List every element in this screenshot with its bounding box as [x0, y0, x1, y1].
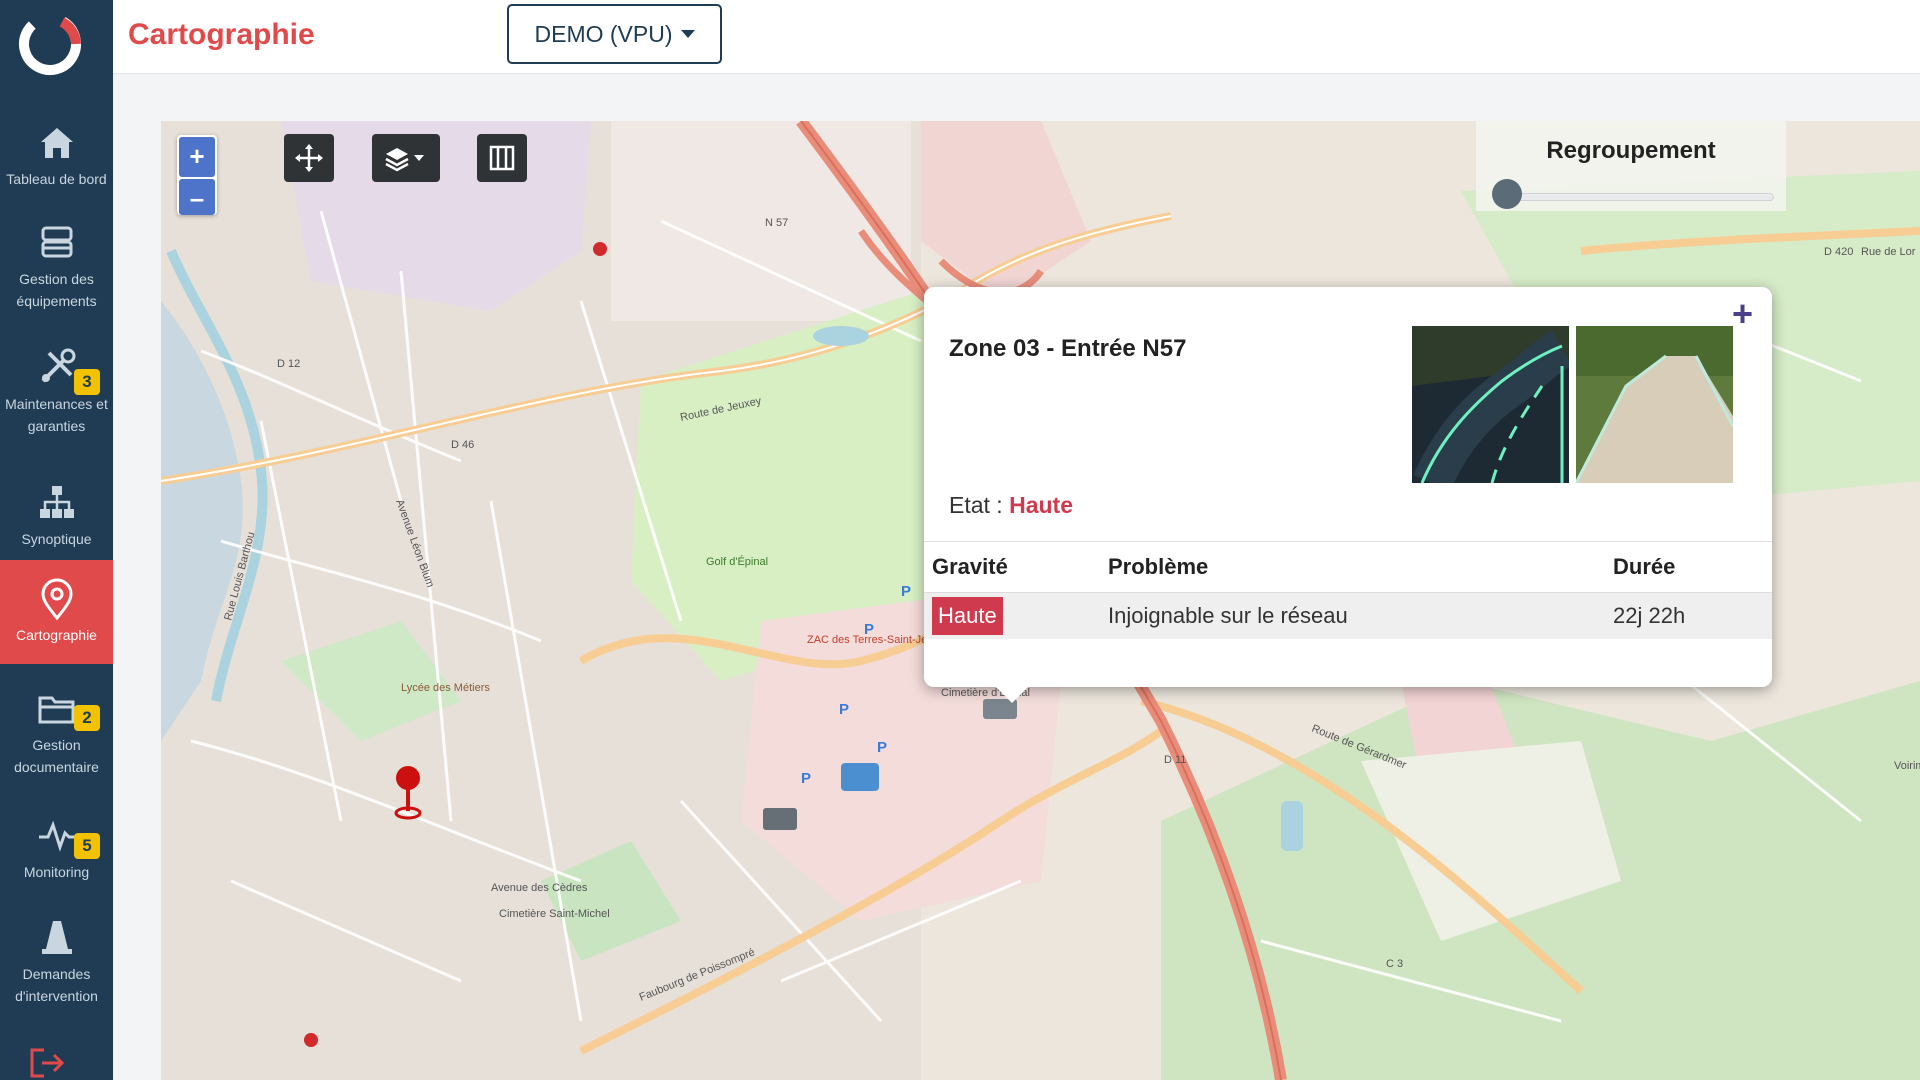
map-label-lycee: Lycée des Métiers: [401, 682, 490, 694]
move-arrows-icon: [295, 144, 323, 172]
equipment-popup: + Zone 03 - Entrée N57 Etat : Haute Grav…: [924, 287, 1772, 703]
column-header-duree[interactable]: Durée: [1605, 541, 1772, 593]
inbox-stack-icon: [41, 226, 72, 258]
nav-label: Gestion des équipements: [16, 271, 97, 309]
page-title: Cartographie: [128, 18, 315, 51]
nav-synoptique[interactable]: Synoptique: [0, 480, 113, 550]
map-label-d46: D 46: [451, 439, 474, 451]
hospital-icon: [593, 242, 607, 256]
hospital-icon: [304, 1033, 318, 1047]
nav-label: Cartographie: [16, 627, 97, 643]
sidebar: Tableau de bord Gestion des équipements …: [0, 0, 113, 1080]
popup-title: Zone 03 - Entrée N57: [949, 335, 1187, 362]
location-pin-icon[interactable]: [396, 766, 420, 790]
parking-marker: P: [839, 701, 849, 718]
columns-view-button[interactable]: [477, 134, 527, 182]
sensor-marker-icon[interactable]: [841, 763, 879, 791]
nav-label: Tableau de bord: [6, 171, 107, 187]
layers-dropdown-button[interactable]: [372, 134, 440, 182]
problem-cell: Injoignable sur le réseau: [1100, 592, 1605, 639]
expand-plus-button[interactable]: +: [1732, 293, 1753, 335]
map-pin-icon: [40, 578, 73, 621]
map-label-rue-de-lor: Rue de Lor: [1861, 246, 1916, 258]
column-header-gravite[interactable]: Gravité: [924, 541, 1100, 593]
status-label: Etat :: [949, 492, 1003, 518]
nav-interventions[interactable]: Demandes d'intervention: [0, 915, 113, 1007]
nav-cartographie[interactable]: Cartographie: [0, 560, 113, 664]
map-label-golf: Golf d'Épinal: [706, 555, 768, 568]
parking-marker: P: [864, 621, 874, 638]
zoom-control: + –: [177, 135, 217, 215]
map-label-d12: D 12: [277, 358, 300, 370]
site-selector-value: DEMO (VPU): [534, 21, 673, 47]
columns-icon: [489, 145, 515, 171]
map-label-c3: C 3: [1386, 958, 1403, 970]
pulse-icon: [38, 820, 75, 852]
nav-equipment[interactable]: Gestion des équipements: [0, 220, 113, 312]
map-label-avenue-des-cedres: Avenue des Cèdres: [491, 882, 588, 894]
popup-tip: [994, 685, 1030, 703]
status-value: Haute: [1009, 492, 1073, 518]
nav-label: Maintenances et garanties: [5, 396, 108, 434]
map-label-d420: D 420: [1824, 246, 1853, 258]
camera-marker-icon[interactable]: [763, 808, 797, 830]
map-label-voirimenil: Voirimenil: [1894, 760, 1920, 772]
duration-cell: 22j 22h: [1605, 592, 1772, 639]
map-canvas[interactable]: N 57 D 46 D 12 D 11 C 3 D 420 Rue de Lor…: [161, 121, 1920, 1080]
documents-count-badge: 2: [74, 705, 100, 731]
layers-icon: [385, 148, 424, 172]
chevron-down-icon: [680, 30, 695, 38]
night-path-photo[interactable]: [1412, 326, 1569, 483]
nav-label: Demandes d'intervention: [15, 966, 98, 1004]
nav-dashboard[interactable]: Tableau de bord: [0, 120, 113, 190]
cone-icon: [41, 921, 72, 954]
map-label-cimetiere-st-michel: Cimetière Saint-Michel: [499, 908, 610, 920]
zoom-out-button[interactable]: –: [179, 179, 215, 215]
severity-cell: Haute: [924, 592, 1100, 639]
map-label-n57: N 57: [765, 217, 788, 229]
monitoring-count-badge: 5: [74, 833, 100, 859]
tools-icon: [41, 348, 75, 383]
nav-label: Gestion documentaire: [14, 737, 99, 775]
sitemap-icon: [39, 486, 74, 518]
clustering-panel: Regroupement: [1476, 121, 1786, 211]
folder-icon: [38, 696, 74, 724]
severity-badge: Haute: [932, 596, 1003, 635]
parking-marker: P: [877, 739, 887, 756]
clustering-label: Regroupement: [1546, 137, 1716, 164]
zoom-in-button[interactable]: +: [179, 137, 215, 177]
table-row[interactable]: Haute Injoignable sur le réseau 22j 22h: [924, 592, 1772, 639]
map-label-d11: D 11: [1164, 754, 1186, 766]
parking-marker: P: [801, 770, 811, 787]
nav-label: Synoptique: [21, 531, 92, 547]
alarms-table: Gravité Problème Durée Haute Injoignable…: [924, 541, 1772, 639]
site-selector-dropdown[interactable]: DEMO (VPU): [507, 4, 722, 64]
pan-button[interactable]: [284, 134, 334, 182]
maintenance-count-badge: 3: [74, 369, 100, 395]
column-header-probleme[interactable]: Problème: [1100, 541, 1605, 593]
clustering-slider-thumb[interactable]: [1492, 179, 1522, 209]
top-bar: Cartographie DEMO (VPU): [113, 0, 1920, 74]
day-path-photo[interactable]: [1576, 326, 1733, 483]
status-line: Etat : Haute: [949, 492, 1073, 519]
logout-icon[interactable]: [28, 1046, 68, 1080]
app-logo[interactable]: [14, 8, 86, 80]
nav-label: Monitoring: [23, 864, 90, 880]
nav-documents[interactable]: Gestion documentaire: [0, 686, 113, 778]
home-icon: [40, 128, 73, 158]
clustering-slider-track[interactable]: [1494, 193, 1774, 201]
parking-marker: P: [901, 583, 911, 600]
